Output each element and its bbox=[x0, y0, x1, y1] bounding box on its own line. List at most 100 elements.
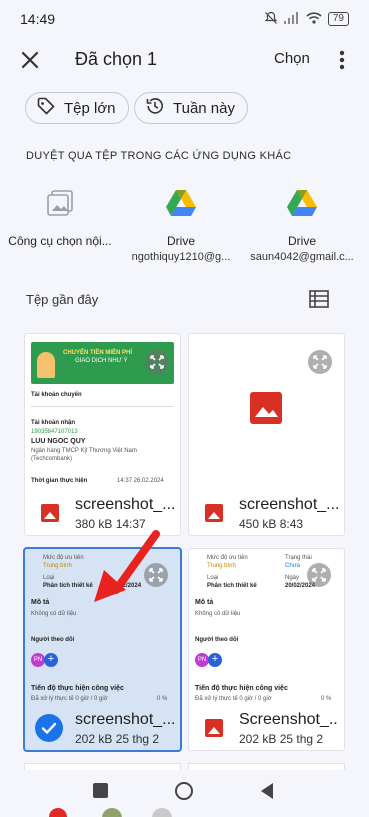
progress-label: Tiến độ thực hiện công việc bbox=[31, 685, 124, 692]
recent-heading: Tệp gần đây bbox=[26, 292, 99, 307]
priority-value: Trung bình bbox=[207, 563, 236, 569]
avatar: PN bbox=[195, 653, 209, 667]
filter-chip-label: Tệp lớn bbox=[64, 99, 116, 117]
tag-icon bbox=[36, 96, 56, 120]
file-footer: screenshot_... 380 kB 14:37 bbox=[25, 490, 180, 535]
more-vert-icon[interactable] bbox=[334, 48, 350, 72]
source-account: ngothiquy1210@g... bbox=[131, 251, 231, 263]
mascot-figure bbox=[37, 352, 55, 378]
type-value: Phân tích thiết kế bbox=[43, 583, 93, 589]
bank-name-short: (Techcombank) bbox=[31, 456, 73, 462]
add-follower-icon: + bbox=[208, 653, 222, 667]
app-icon-partial bbox=[152, 808, 172, 817]
app-icon-partial bbox=[49, 808, 67, 817]
file-name: screenshot_... bbox=[75, 711, 175, 728]
source-drive-2[interactable]: Drive saun4042@gmail.c... bbox=[242, 186, 362, 263]
filter-chip-this-week[interactable]: Tuần này bbox=[134, 92, 248, 124]
source-drive-1[interactable]: Drive ngothiquy1210@g... bbox=[121, 186, 241, 263]
file-footer: screenshot_... 450 kB 8:43 bbox=[189, 490, 344, 535]
select-button[interactable]: Chọn bbox=[274, 50, 310, 67]
bank-name: Ngân hàng TMCP Kỹ Thương Việt Nam bbox=[31, 448, 137, 454]
list-view-icon[interactable] bbox=[309, 290, 329, 308]
status-icons: 79 bbox=[264, 11, 349, 28]
page-title: Đã chọn 1 bbox=[75, 49, 158, 69]
app-icon-partial bbox=[102, 808, 122, 817]
file-card[interactable]: Mức độ ưu tiên Trung bình Trạng thái Chư… bbox=[189, 549, 344, 750]
image-placeholder-icon bbox=[250, 392, 282, 424]
bell-off-icon bbox=[264, 11, 278, 28]
close-icon[interactable] bbox=[18, 48, 42, 72]
priority-value: Trung bình bbox=[43, 563, 72, 569]
account-name: LUU NGOC QUY bbox=[31, 438, 86, 445]
signal-icon bbox=[283, 11, 300, 27]
source-photo-picker[interactable]: Công cụ chọn nội... bbox=[0, 186, 120, 248]
app-bar: Đã chọn 1 Chọn bbox=[0, 38, 369, 82]
progress-percent: 0 % bbox=[321, 696, 332, 702]
wifi-icon bbox=[306, 11, 322, 27]
time-value: 14:37 26.02.2024 bbox=[117, 478, 164, 484]
filter-chip-label: Tuần này bbox=[173, 99, 235, 117]
divider bbox=[31, 406, 174, 407]
description-label: Mô tả bbox=[31, 599, 50, 606]
status-time: 14:49 bbox=[20, 11, 56, 27]
status-bar: 14:49 79 bbox=[0, 0, 369, 38]
file-meta: 450 kB 8:43 bbox=[239, 517, 304, 531]
expand-icon[interactable] bbox=[308, 350, 332, 374]
file-name: screenshot_... bbox=[75, 496, 175, 513]
source-name: Drive bbox=[166, 234, 195, 248]
source-account: saun4042@gmail.c... bbox=[250, 251, 354, 263]
status-label: Trạng thái bbox=[285, 555, 312, 561]
progress-line: Đã xử lý thực tế 0 giờ / 0 giờ bbox=[195, 696, 272, 702]
description-value: Không có dữ liệu bbox=[195, 611, 241, 617]
date-value: 20/02/2024 bbox=[111, 583, 142, 589]
photo-picker-icon bbox=[43, 186, 77, 220]
back-icon[interactable] bbox=[259, 782, 275, 805]
recents-icon[interactable] bbox=[93, 783, 108, 798]
banner-title: CHUYỂN TIỀN MIỄN PHÍ bbox=[63, 350, 133, 356]
file-name: Screenshot_... bbox=[239, 711, 339, 728]
time-label: Thời gian thực hiện bbox=[31, 478, 88, 484]
file-card[interactable]: CHUYỂN TIỀN MIỄN PHÍ GIAO DỊCH NHƯ Ý Tài… bbox=[25, 334, 180, 535]
progress-label: Tiến độ thực hiện công việc bbox=[195, 685, 288, 692]
image-file-icon bbox=[205, 504, 223, 522]
google-drive-icon bbox=[285, 186, 319, 220]
avatar: PN bbox=[31, 653, 45, 667]
filter-chip-large-files[interactable]: Tệp lớn bbox=[25, 92, 129, 124]
file-footer: screenshot_... 202 kB 25 thg 2 bbox=[25, 705, 180, 750]
battery-indicator: 79 bbox=[327, 12, 349, 26]
source-name: Công cụ chọn nội... bbox=[8, 234, 112, 248]
dock-partial bbox=[0, 806, 369, 817]
file-card[interactable]: screenshot_... 450 kB 8:43 bbox=[189, 334, 344, 535]
priority-label: Mức độ ưu tiên bbox=[43, 555, 84, 561]
check-circle-icon bbox=[35, 714, 63, 742]
type-value: Phân tích thiết kế bbox=[207, 583, 257, 589]
date-label: Ngày bbox=[285, 575, 300, 581]
file-meta: 202 kB 25 thg 2 bbox=[239, 732, 324, 746]
followers-label: Người theo dõi bbox=[195, 637, 239, 643]
progress-line: Đã xử lý thực tế 0 giờ / 0 giờ bbox=[31, 696, 108, 702]
expand-icon[interactable] bbox=[144, 563, 168, 587]
status-value: Chưa bbox=[285, 563, 301, 569]
file-meta: 202 kB 25 thg 2 bbox=[75, 732, 160, 746]
file-card-selected[interactable]: Mức độ ưu tiên Trung bình Loại Phân tích… bbox=[25, 549, 180, 750]
description-value: Không có dữ liệu bbox=[31, 611, 77, 617]
history-icon bbox=[145, 96, 165, 120]
description-label: Mô tả bbox=[195, 599, 214, 606]
expand-icon[interactable] bbox=[145, 350, 169, 374]
image-file-icon bbox=[205, 719, 223, 737]
type-label: Loại bbox=[43, 575, 55, 581]
google-drive-icon bbox=[164, 186, 198, 220]
home-icon[interactable] bbox=[175, 782, 193, 800]
file-meta: 380 kB 14:37 bbox=[75, 517, 146, 531]
source-name: Drive bbox=[287, 234, 316, 248]
banner-subtitle: GIAO DỊCH NHƯ Ý bbox=[75, 358, 128, 364]
type-label: Loại bbox=[207, 575, 219, 581]
expand-icon[interactable] bbox=[307, 563, 331, 587]
from-account-label: Tài khoản chuyển bbox=[31, 392, 82, 398]
image-file-icon bbox=[41, 504, 59, 522]
account-number: 19035847107013 bbox=[31, 429, 78, 435]
priority-label: Mức độ ưu tiên bbox=[207, 555, 248, 561]
browse-heading: DUYỆT QUA TỆP TRONG CÁC ỨNG DỤNG KHÁC bbox=[26, 150, 292, 162]
add-follower-icon: + bbox=[44, 653, 58, 667]
progress-percent: 0 % bbox=[157, 696, 168, 702]
